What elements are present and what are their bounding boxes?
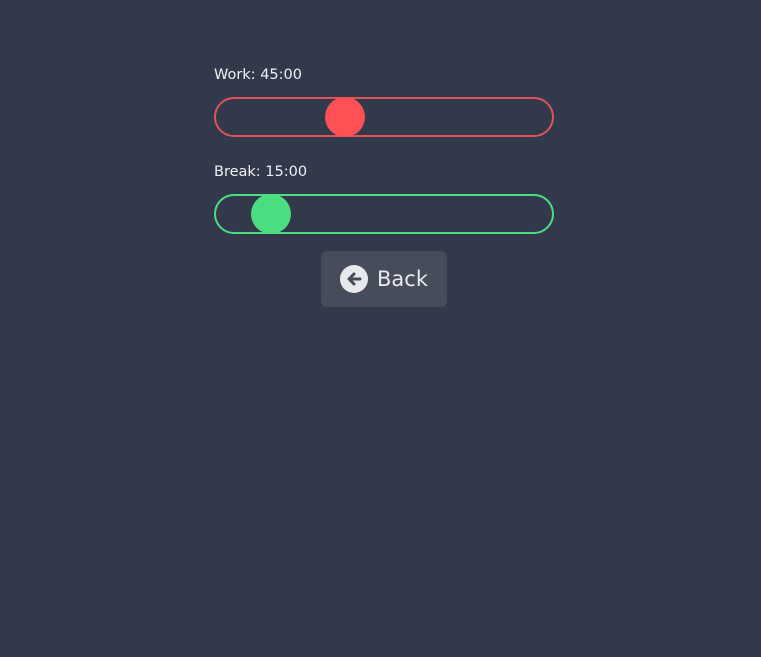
work-duration-label: Work: 45:00 <box>214 67 302 83</box>
back-button[interactable]: Back <box>321 251 447 307</box>
back-button-label: Back <box>377 267 428 291</box>
arrow-left-circle-icon <box>340 265 368 293</box>
work-slider-thumb[interactable] <box>325 97 366 137</box>
timer-settings: Work: 45:00 Break: 15:00 <box>214 66 554 234</box>
work-duration-slider[interactable] <box>214 97 554 137</box>
break-slider-thumb[interactable] <box>251 194 292 234</box>
break-duration-label: Break: 15:00 <box>214 164 308 180</box>
break-duration-slider[interactable] <box>214 194 554 234</box>
